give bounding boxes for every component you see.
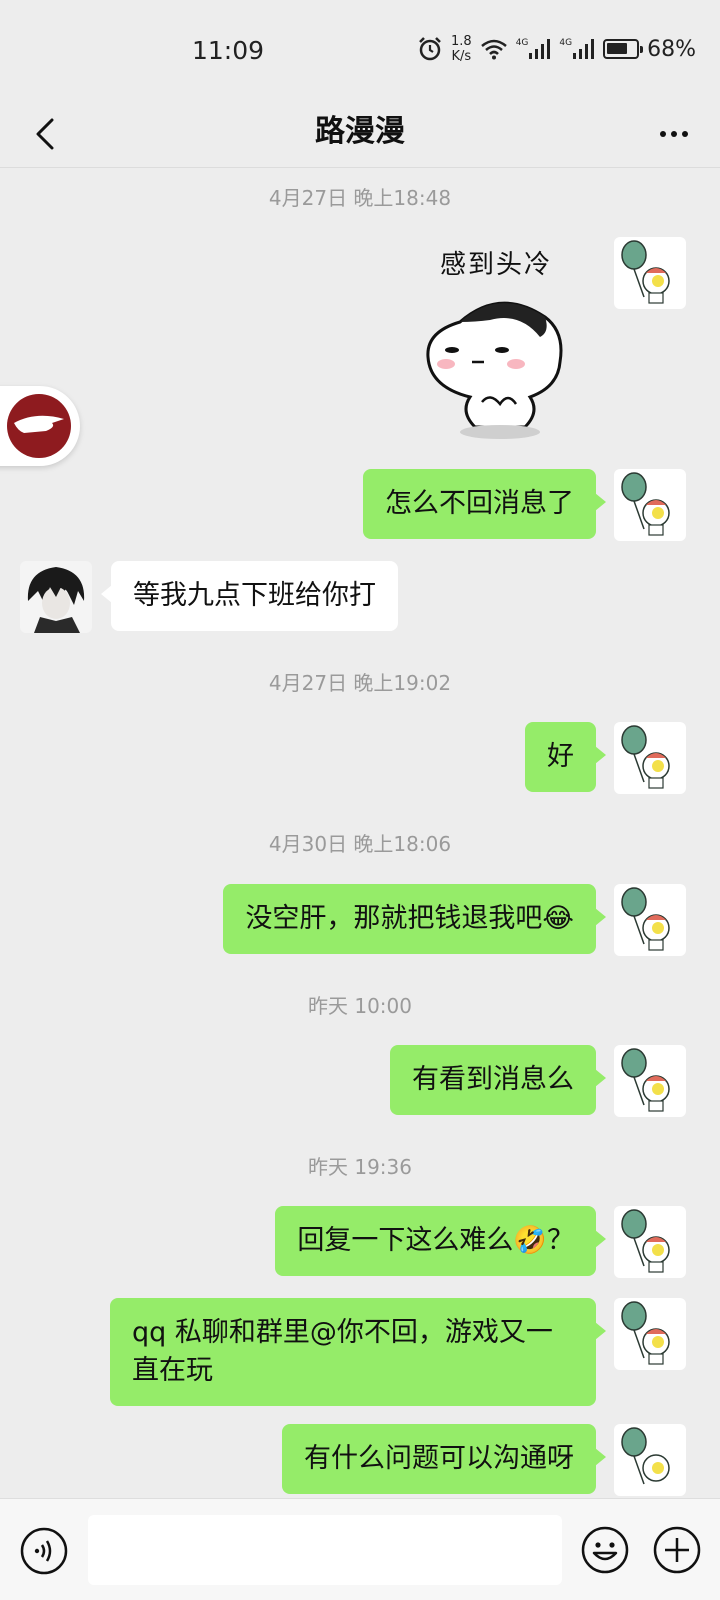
my-avatar[interactable] bbox=[614, 1045, 686, 1117]
signal-label-1: 4G bbox=[515, 38, 529, 48]
more-button[interactable] bbox=[650, 110, 698, 158]
message-timestamp: 昨天 10:00 bbox=[308, 994, 412, 1018]
balloon-character-avatar bbox=[621, 472, 670, 536]
my-avatar[interactable] bbox=[614, 884, 686, 956]
network-speed: 1.8 K/s bbox=[451, 34, 472, 64]
chat-input-bar bbox=[0, 1498, 720, 1600]
balloon-character-avatar bbox=[621, 1427, 670, 1485]
app-logo-icon bbox=[7, 394, 71, 458]
balloon-character-avatar bbox=[621, 887, 670, 951]
message-input[interactable] bbox=[88, 1515, 562, 1585]
message-bubble-sent[interactable]: 怎么不回消息了 bbox=[363, 469, 606, 539]
contact-avatar[interactable] bbox=[20, 561, 92, 633]
sticker-bun-image bbox=[426, 301, 563, 439]
my-avatar[interactable] bbox=[614, 1206, 686, 1278]
more-functions-button[interactable] bbox=[652, 1525, 702, 1575]
chat-header: 路漫漫 bbox=[0, 100, 720, 168]
chat-title: 路漫漫 bbox=[315, 114, 405, 149]
voice-button[interactable] bbox=[20, 1527, 68, 1575]
message-bubble-sent[interactable]: 没空肝，那就把钱退我吧😂 bbox=[223, 884, 606, 954]
emoji-button[interactable] bbox=[580, 1525, 630, 1575]
floating-window-ball[interactable] bbox=[0, 386, 80, 466]
network-speed-value: 1.8 bbox=[451, 34, 472, 49]
sticker-message[interactable]: 感到头冷 bbox=[420, 240, 580, 450]
status-bar: 11:09 1.8 K/s 4G 4G 68% bbox=[0, 0, 720, 100]
status-icons: 1.8 K/s 4G 4G 68% bbox=[417, 34, 696, 64]
balloon-character-avatar bbox=[621, 1209, 670, 1273]
message-bubble-sent[interactable]: qq 私聊和群里@你不回，游戏又一直在玩 bbox=[110, 1298, 606, 1406]
message-bubble-sent[interactable]: 有什么问题可以沟通呀 bbox=[282, 1424, 606, 1494]
signal-strength-2: 4G bbox=[559, 39, 595, 59]
dark-haired-character-avatar bbox=[27, 567, 85, 633]
voice-icon bbox=[20, 1527, 68, 1575]
balloon-character-avatar bbox=[621, 240, 670, 304]
more-dots-icon bbox=[660, 131, 666, 137]
message-bubble-sent[interactable]: 回复一下这么难么🤣？ bbox=[275, 1206, 606, 1276]
my-avatar[interactable] bbox=[614, 722, 686, 794]
my-avatar[interactable] bbox=[614, 1298, 686, 1370]
signal-icon bbox=[529, 39, 551, 59]
alarm-icon bbox=[419, 37, 441, 61]
my-avatar[interactable] bbox=[614, 469, 686, 541]
message-bubble-received[interactable]: 等我九点下班给你打 bbox=[101, 561, 398, 631]
signal-label-2: 4G bbox=[559, 38, 573, 48]
plus-icon bbox=[653, 1526, 701, 1574]
balloon-character-avatar bbox=[621, 1301, 670, 1365]
message-timestamp: 昨天 19:36 bbox=[308, 1155, 412, 1179]
my-avatar[interactable] bbox=[614, 1424, 686, 1496]
signal-icon bbox=[573, 39, 595, 59]
battery-percent: 68% bbox=[647, 36, 696, 62]
my-avatar[interactable] bbox=[614, 237, 686, 309]
wifi-icon bbox=[480, 39, 507, 60]
network-speed-unit: K/s bbox=[451, 49, 472, 64]
message-timestamp: 4月30日 晚上18:06 bbox=[268, 832, 452, 856]
balloon-character-avatar bbox=[621, 1048, 670, 1112]
message-timestamp: 4月27日 晚上19:02 bbox=[268, 671, 452, 695]
message-bubble-sent[interactable]: 有看到消息么 bbox=[390, 1045, 606, 1115]
sticker-caption: 感到头冷 bbox=[440, 250, 553, 280]
message-bubble-sent[interactable]: 好 bbox=[525, 722, 606, 792]
emoji-icon bbox=[581, 1526, 629, 1574]
battery-icon bbox=[603, 39, 644, 59]
message-timestamp: 4月27日 晚上18:48 bbox=[268, 186, 452, 210]
signal-strength-1: 4G bbox=[516, 39, 552, 59]
status-time: 11:09 bbox=[192, 36, 265, 65]
balloon-character-avatar bbox=[621, 725, 670, 789]
